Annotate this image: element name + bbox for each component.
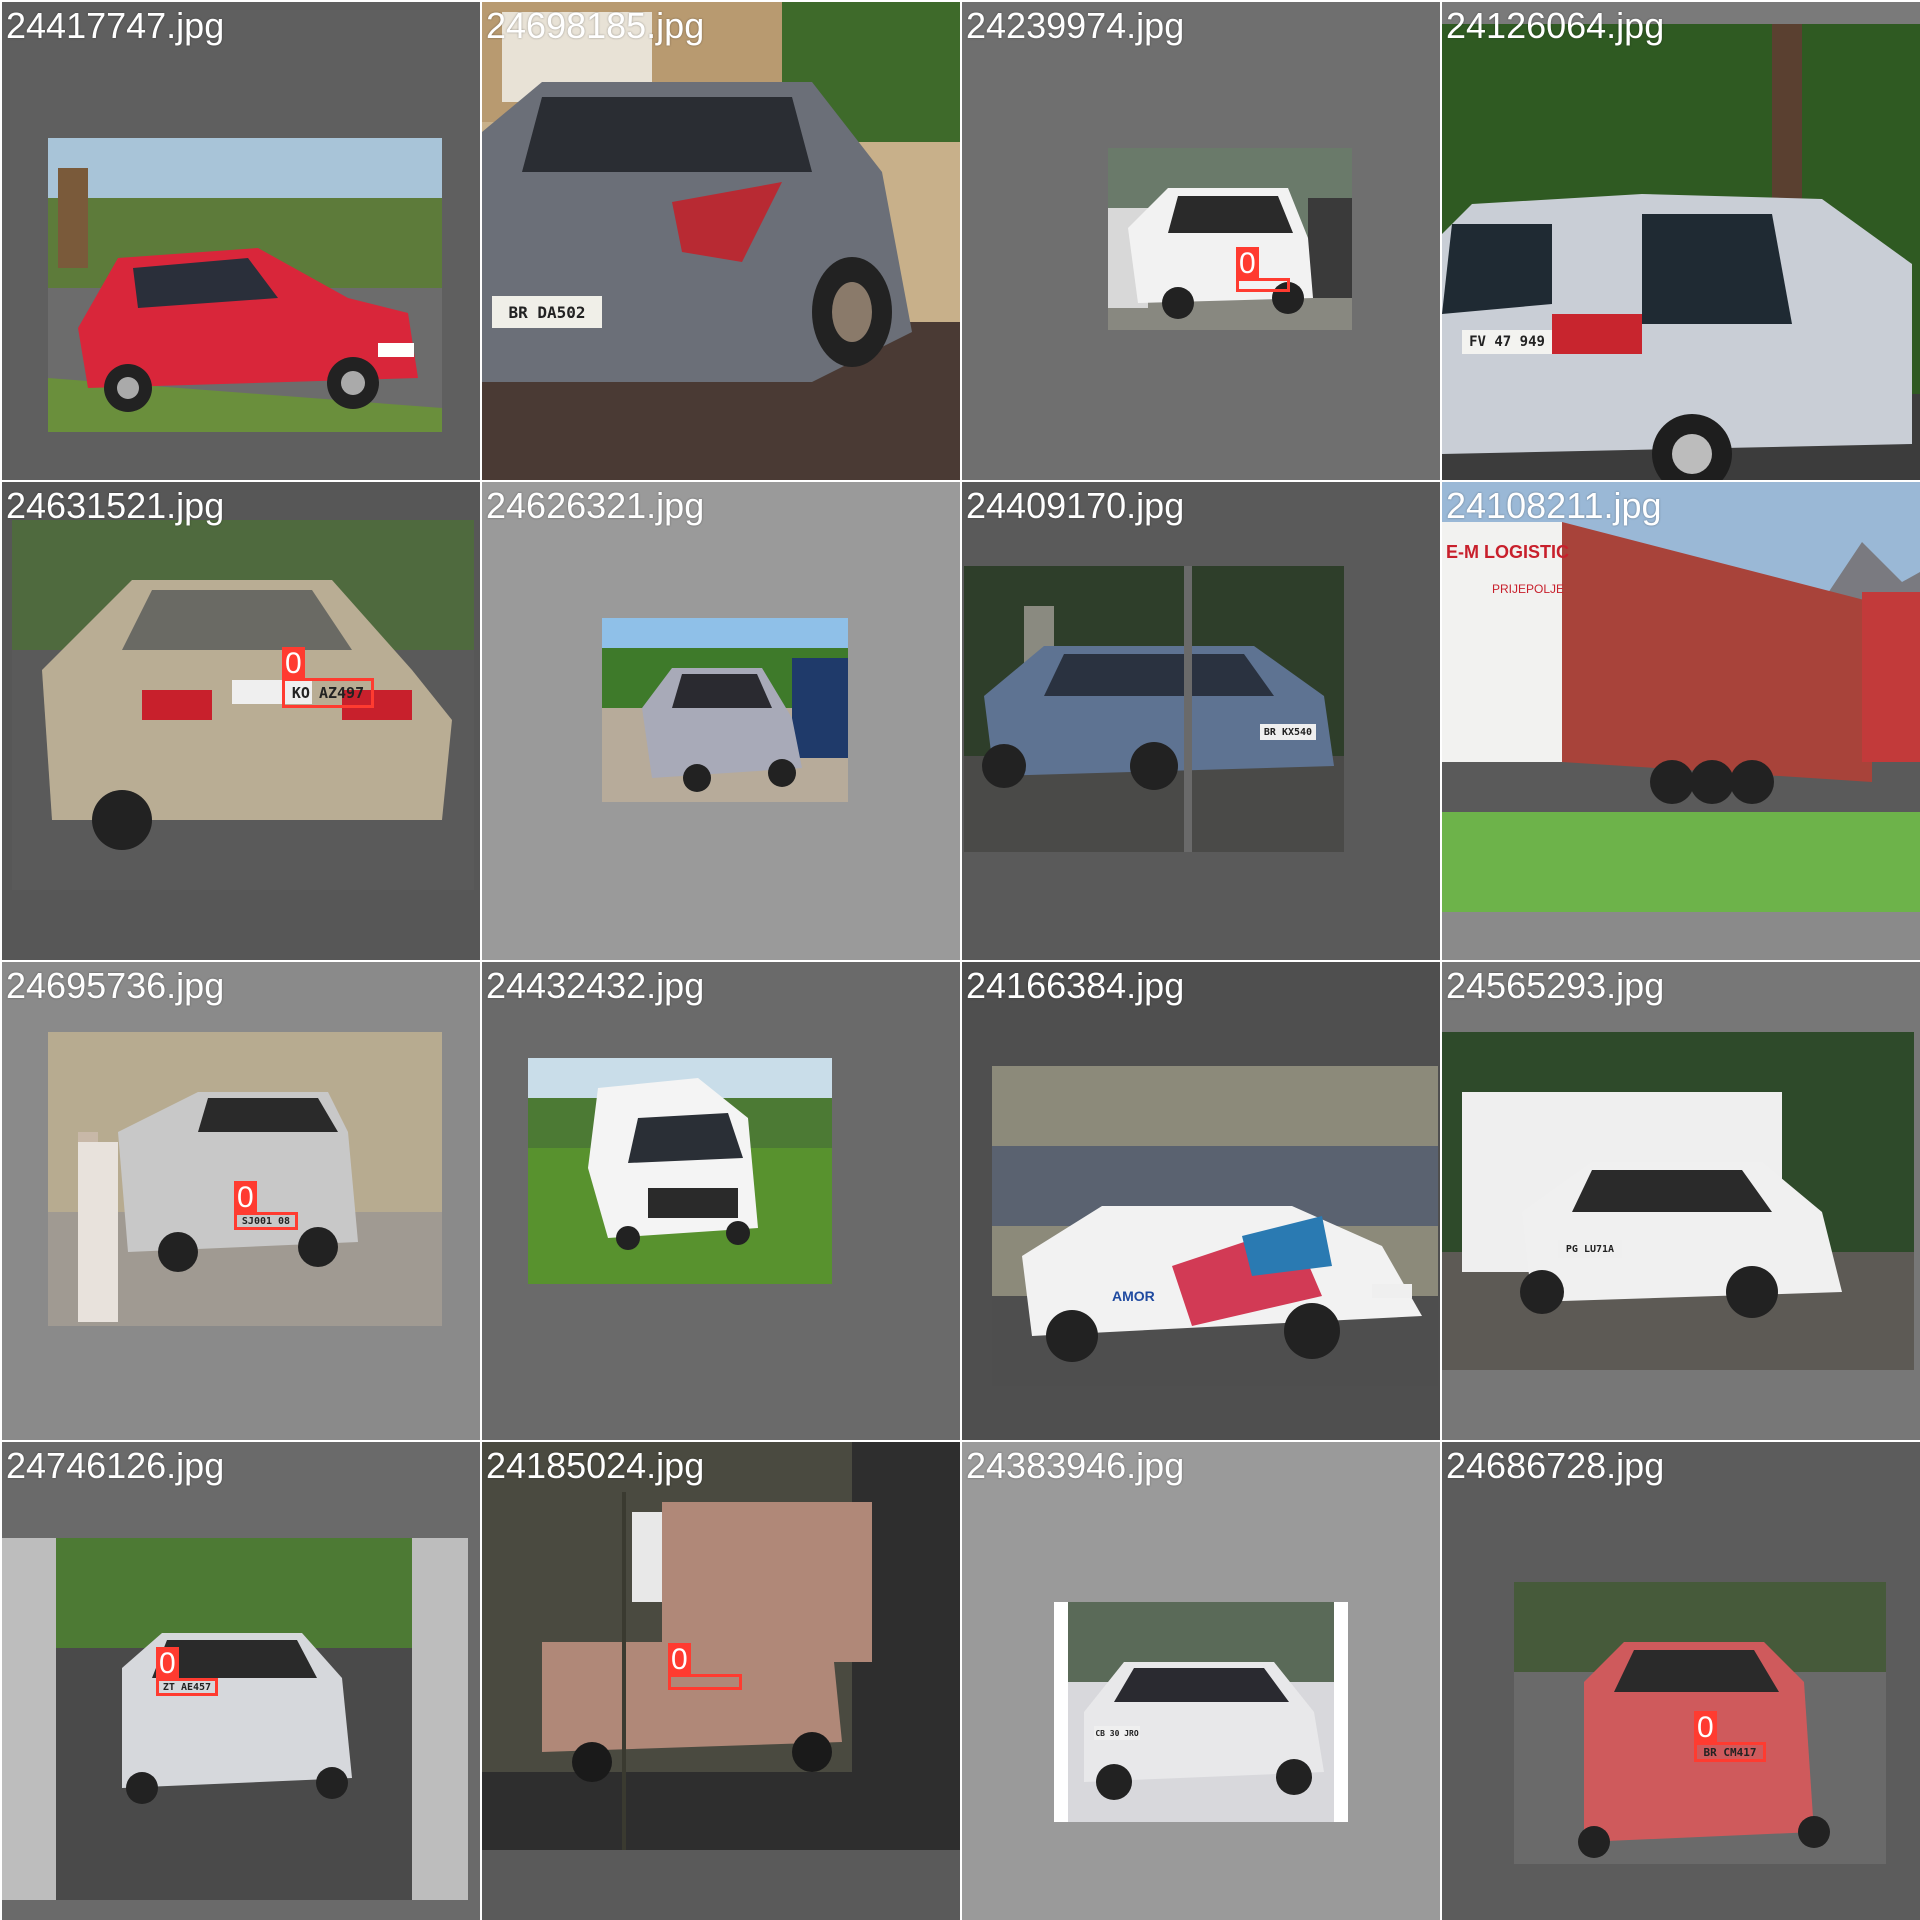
license-plate: BR KX540: [1263, 726, 1313, 738]
class-label: 0: [1236, 247, 1259, 281]
license-plate: PG LU71A: [1565, 1243, 1615, 1255]
filename-label: 24417747.jpg: [6, 5, 225, 46]
image-tile[interactable]: E-M LOGISTIC PRIJEPOLJE 24108211.jpg: [1442, 482, 1920, 960]
car-photo: BR KX540: [964, 566, 1344, 852]
car-photo: AMOR: [992, 1066, 1438, 1386]
image-tile[interactable]: 24409170.jpg BR KX540: [962, 482, 1440, 960]
filename-label: 24409170.jpg: [966, 485, 1185, 526]
filename-label: 24565293.jpg: [1446, 965, 1665, 1006]
class-label: 0: [1694, 1711, 1717, 1745]
image-tile[interactable]: 24695736.jpg 0 SJ001 08: [2, 962, 480, 1440]
detection-box: 0 ZT AE457: [156, 1647, 218, 1696]
detection-box: 0 SJ001 08: [234, 1181, 298, 1230]
car-photo: [602, 618, 848, 802]
image-tile[interactable]: 24239974.jpg 0: [962, 2, 1440, 480]
image-tile[interactable]: 24631521.jpg 0 KO AZ497: [2, 482, 480, 960]
van-photo: [528, 1058, 832, 1284]
filename-label: 24108211.jpg: [1446, 485, 1662, 526]
filename-label: 24695736.jpg: [6, 965, 225, 1006]
car-photo: PG LU71A: [1442, 1032, 1914, 1370]
filename-label: 24631521.jpg: [6, 485, 225, 526]
detection-box: 0 KO AZ497: [282, 647, 374, 708]
license-plate: BR CM417: [1703, 1745, 1757, 1759]
filename-label: 24185024.jpg: [486, 1445, 705, 1486]
company-logo-text: E-M LOGISTIC: [1446, 542, 1569, 562]
license-plate: BR DA502: [508, 302, 586, 322]
filename-label: 24239974.jpg: [966, 5, 1185, 46]
class-label: 0: [668, 1643, 691, 1677]
car-photo: [2, 1538, 468, 1900]
image-grid: 24417747.jpg BR DA502 24698185.jpg 24239…: [0, 0, 1920, 1920]
company-city-text: PRIJEPOLJE: [1492, 582, 1565, 596]
filename-label: 24432432.jpg: [486, 965, 705, 1006]
car-photo: [48, 138, 442, 432]
filename-label: 24126064.jpg: [1446, 5, 1665, 46]
filename-label: 24686728.jpg: [1446, 1445, 1665, 1486]
class-label: 0: [156, 1647, 179, 1681]
car-photo: [12, 520, 474, 890]
image-tile[interactable]: 24626321.jpg: [482, 482, 960, 960]
license-plate: SJ001 08: [241, 1215, 291, 1227]
filename-label: 24626321.jpg: [486, 485, 705, 526]
car-photo: CB 30 JRO: [1054, 1602, 1348, 1822]
class-label: 0: [282, 647, 305, 681]
license-plate: FV 47 949: [1469, 334, 1545, 350]
image-tile[interactable]: 24166384.jpg AMOR: [962, 962, 1440, 1440]
filename-label: 24746126.jpg: [6, 1445, 225, 1486]
image-tile[interactable]: FV 47 949 24126064.jpg: [1442, 2, 1920, 480]
license-plate: ZT AE457: [162, 1681, 212, 1693]
image-tile[interactable]: BR DA502 24698185.jpg: [482, 2, 960, 480]
brand-decal: AMOR: [1112, 1288, 1155, 1304]
detection-box: 0 BR CM417: [1694, 1711, 1766, 1762]
image-tile[interactable]: 24686728.jpg 0 BR CM417: [1442, 1442, 1920, 1920]
car-photo: [1108, 148, 1352, 330]
detection-box: 0: [1236, 247, 1290, 292]
image-tile[interactable]: 24185024.jpg 0: [482, 1442, 960, 1920]
class-label: 0: [234, 1181, 257, 1215]
filename-label: 24166384.jpg: [966, 965, 1185, 1006]
detection-box: 0: [668, 1643, 742, 1690]
image-tile[interactable]: 24432432.jpg: [482, 962, 960, 1440]
truck-photo: [482, 1442, 960, 1850]
filename-label: 24698185.jpg: [486, 5, 705, 46]
image-tile[interactable]: 24565293.jpg PG LU71A: [1442, 962, 1920, 1440]
car-photo: BR DA502: [482, 2, 960, 480]
car-photo: FV 47 949: [1442, 24, 1920, 480]
image-tile[interactable]: 24417747.jpg: [2, 2, 480, 480]
license-plate: KO AZ497: [291, 684, 365, 702]
car-photo: [48, 1032, 442, 1326]
license-plate: CB 30 JRO: [1095, 1728, 1139, 1738]
truck-photo: E-M LOGISTIC PRIJEPOLJE: [1442, 482, 1920, 912]
image-tile[interactable]: 24383946.jpg CB 30 JRO: [962, 1442, 1440, 1920]
image-tile[interactable]: 24746126.jpg 0 ZT AE457: [2, 1442, 480, 1920]
filename-label: 24383946.jpg: [966, 1445, 1185, 1486]
